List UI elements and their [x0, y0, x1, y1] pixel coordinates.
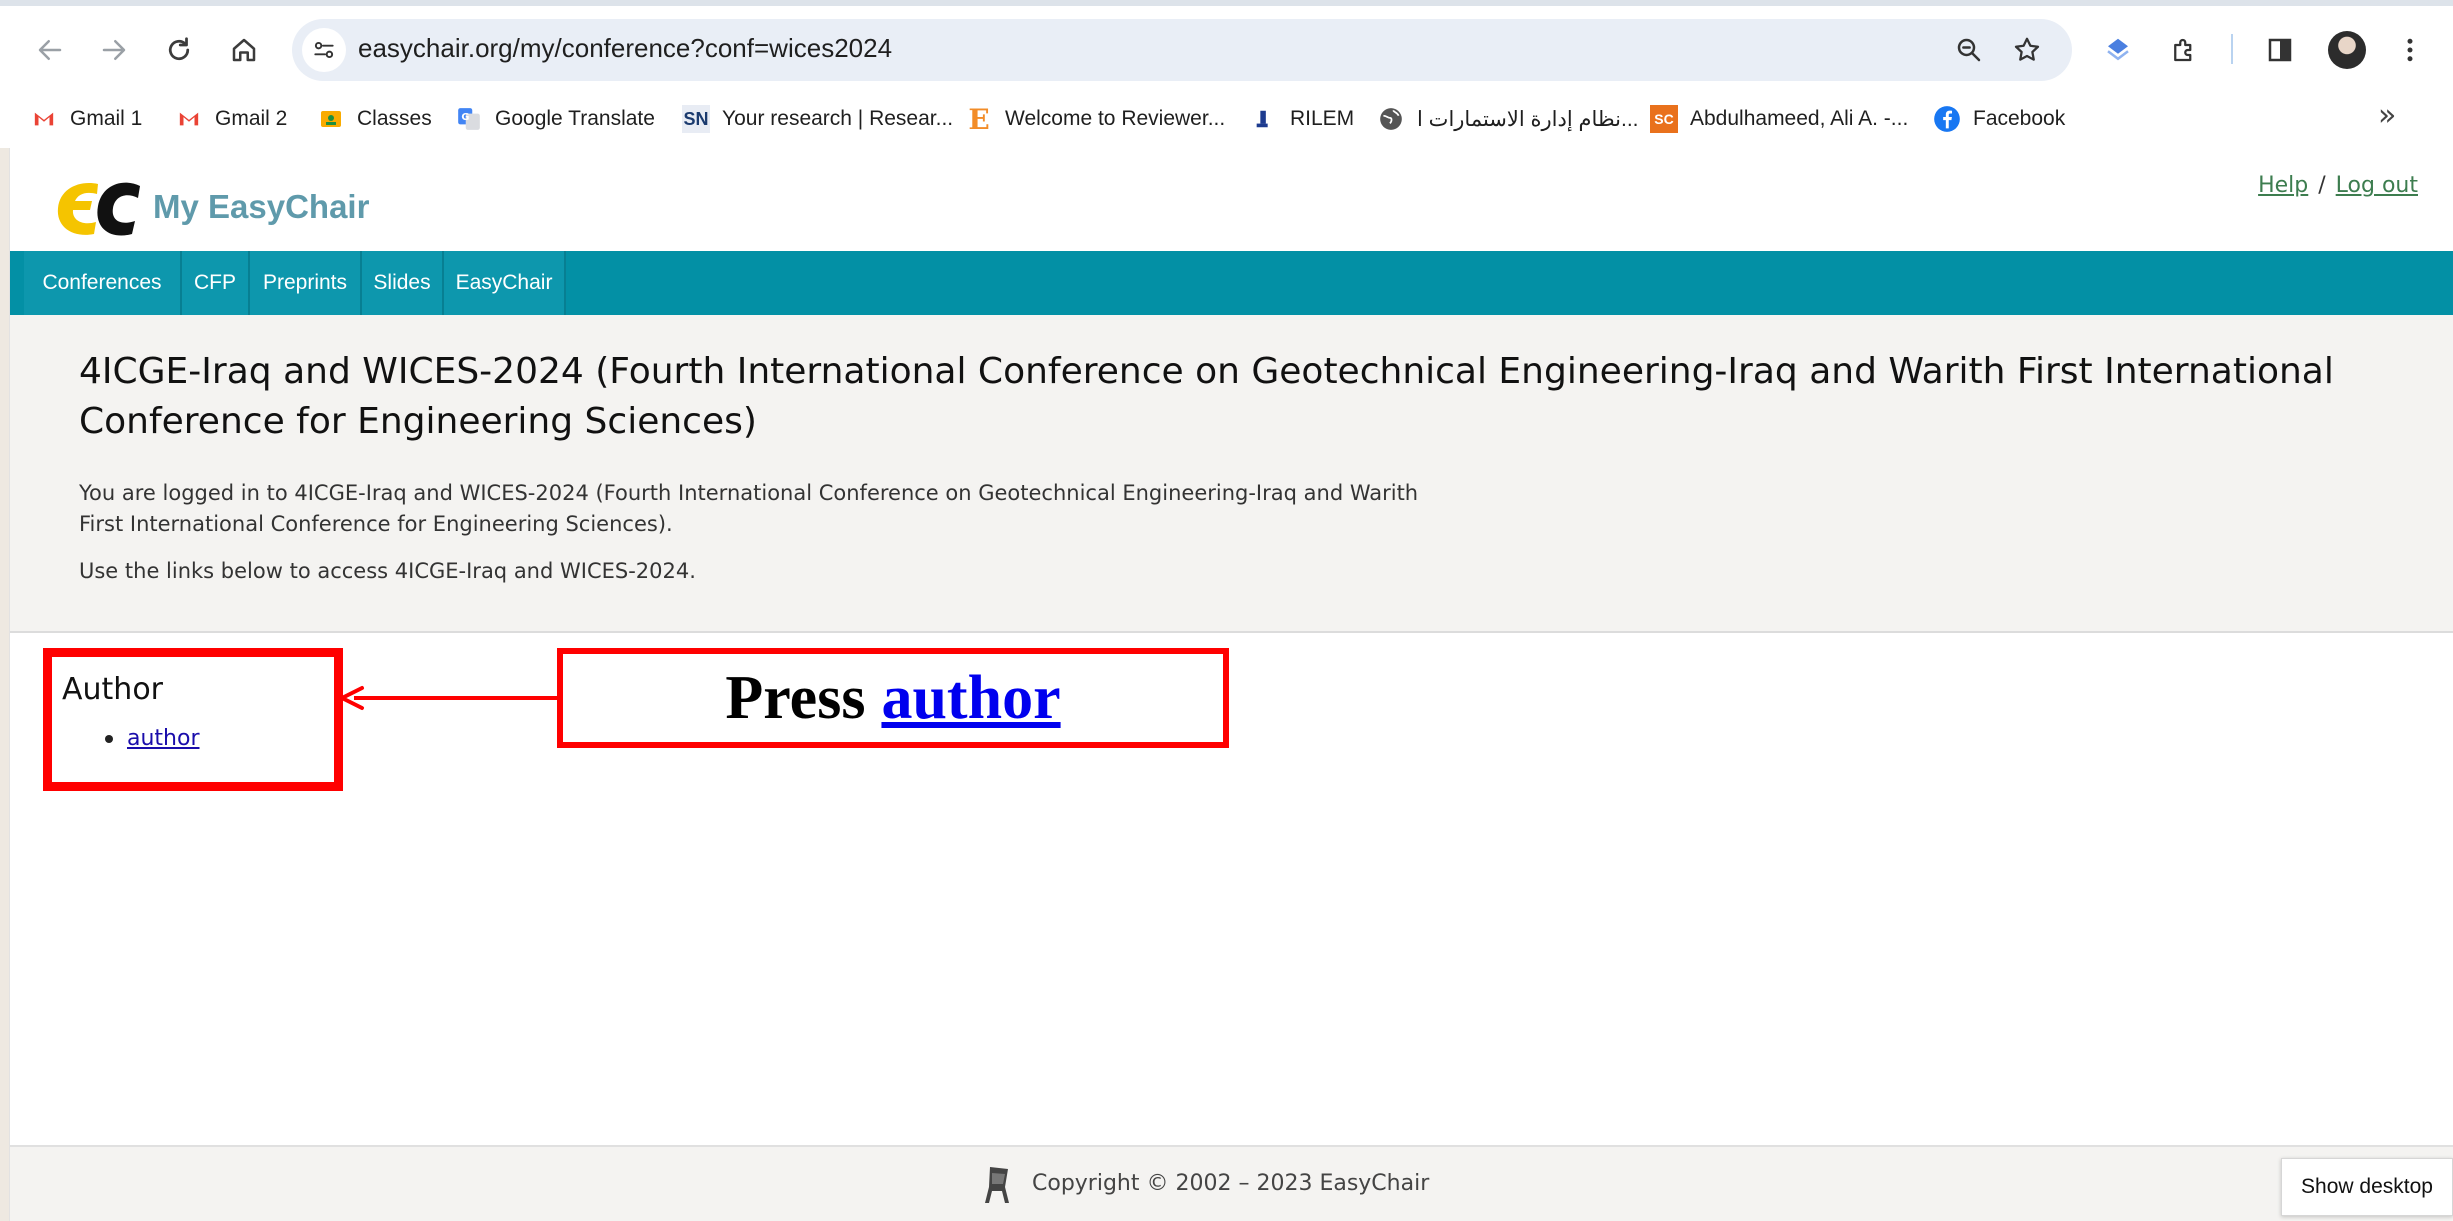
site-info-icon[interactable]	[302, 28, 346, 72]
easychair-page: My EasyChair Help / Log out Conferences CF…	[9, 148, 2453, 1221]
chair-icon	[985, 1167, 1009, 1203]
url-text[interactable]: easychair.org/my/conference?conf=wices20…	[358, 33, 892, 64]
sc-icon: SC	[1650, 105, 1678, 133]
bookmark-label: Google Translate	[495, 107, 655, 130]
link-separator: /	[2318, 173, 2326, 198]
elsevier-icon: E	[968, 102, 990, 136]
rilem-icon	[1250, 105, 1278, 133]
svg-text:G: G	[461, 112, 469, 123]
address-bar[interactable]: easychair.org/my/conference?conf=wices20…	[292, 19, 2072, 81]
copyright-text: Copyright © 2002 – 2023 EasyChair	[1032, 1171, 1430, 1196]
forward-button[interactable]	[92, 28, 136, 72]
instruction-callout: Press author	[557, 648, 1229, 748]
logged-in-text-line-2: First International Conference for Engin…	[79, 512, 673, 536]
bookmark-star-icon[interactable]	[2010, 33, 2044, 67]
bookmark-rilem[interactable]: RILEM	[1250, 96, 1354, 142]
browser-chrome: easychair.org/my/conference?conf=wices20…	[0, 0, 2453, 148]
bookmark-label: RILEM	[1290, 107, 1355, 130]
bookmark-classes[interactable]: Classes	[317, 96, 432, 142]
menu-slides[interactable]: Slides	[362, 251, 444, 315]
top-links: Help / Log out	[2258, 173, 2418, 198]
reload-icon	[168, 37, 190, 61]
bookmark-label: Gmail 1	[70, 107, 143, 130]
bookmark-facebook[interactable]: Facebook	[1933, 96, 2065, 142]
menu-easychair[interactable]: EasyChair	[444, 251, 566, 315]
bookmark-reviewer[interactable]: E Welcome to Reviewer...	[965, 96, 1225, 142]
home-icon	[232, 38, 256, 62]
bookmark-label: Gmail 2	[215, 107, 288, 130]
facebook-icon	[1933, 105, 1961, 133]
side-panel-icon[interactable]	[2260, 30, 2300, 70]
bookmarks-overflow-button[interactable]: »	[2378, 98, 2396, 133]
extension-shield-icon[interactable]	[2098, 30, 2138, 70]
annotation-arrow-icon	[340, 686, 558, 710]
bookmark-label: نظام إدارة الاستمارات ا...	[1417, 107, 1639, 131]
home-button[interactable]	[222, 28, 266, 72]
help-link[interactable]: Help	[2258, 173, 2308, 198]
menu-conferences[interactable]: Conferences	[24, 251, 182, 315]
menu-preprints[interactable]: Preprints	[250, 251, 362, 315]
back-arrow-icon	[38, 40, 62, 60]
sn-icon: SN	[682, 105, 710, 133]
brand-title[interactable]: My EasyChair	[153, 188, 369, 226]
browser-menu-icon[interactable]	[2390, 30, 2430, 70]
bookmark-gmail-2[interactable]: Gmail 2	[175, 96, 287, 142]
gmail-icon	[30, 105, 58, 133]
reload-button[interactable]	[157, 28, 201, 72]
zoom-icon[interactable]	[1952, 33, 1986, 67]
author-highlight-box	[43, 648, 343, 791]
show-desktop-button[interactable]: Show desktop	[2281, 1158, 2453, 1216]
callout-author-link[interactable]: author	[881, 663, 1060, 734]
main-menu-bar: Conferences CFP Preprints Slides EasyCha…	[10, 251, 2453, 315]
classroom-icon	[317, 105, 345, 133]
bookmark-label: Your research | Resear...	[722, 107, 954, 130]
bookmark-label: Abdulhameed, Ali A. -...	[1690, 107, 1909, 130]
logged-in-text-line-1: You are logged in to 4ICGE-Iraq and WICE…	[79, 481, 1419, 505]
bookmark-springer-research[interactable]: SN Your research | Resear...	[682, 96, 953, 142]
bookmarks-bar: Gmail 1 Gmail 2 Classes G Google Transla…	[0, 96, 2453, 142]
conference-title: 4ICGE-Iraq and WICES-2024 (Fourth Intern…	[79, 351, 2334, 442]
back-button[interactable]	[28, 28, 72, 72]
callout-prefix: Press	[725, 663, 866, 732]
bookmark-gmail-1[interactable]: Gmail 1	[30, 96, 142, 142]
bookmark-label: Welcome to Reviewer...	[1005, 107, 1226, 130]
tab-strip-edge	[0, 0, 2453, 6]
toolbar-separator	[2231, 34, 2233, 64]
bookmark-label: Classes	[357, 107, 432, 130]
window-frame	[0, 148, 9, 1221]
gmail-icon	[175, 105, 203, 133]
extensions-puzzle-icon[interactable]	[2164, 30, 2204, 70]
forward-arrow-icon	[102, 40, 126, 60]
profile-avatar[interactable]	[2328, 31, 2366, 69]
bookmark-forms-system[interactable]: نظام إدارة الاستمارات ا...	[1377, 96, 1639, 142]
bookmark-google-translate[interactable]: G Google Translate	[455, 96, 655, 142]
translate-icon: G	[455, 105, 483, 133]
page-footer: Copyright © 2002 – 2023 EasyChair	[10, 1145, 2453, 1221]
logout-link[interactable]: Log out	[2336, 173, 2418, 198]
globe-icon	[1377, 105, 1405, 133]
bookmark-label: Facebook	[1973, 107, 2066, 130]
bookmark-scopus-profile[interactable]: SC Abdulhameed, Ali A. -...	[1650, 96, 1908, 142]
conference-info-panel: 4ICGE-Iraq and WICES-2024 (Fourth Intern…	[10, 315, 2453, 633]
easychair-logo[interactable]	[50, 174, 150, 246]
use-links-text: Use the links below to access 4ICGE-Iraq…	[79, 559, 696, 583]
menu-cfp[interactable]: CFP	[182, 251, 250, 315]
